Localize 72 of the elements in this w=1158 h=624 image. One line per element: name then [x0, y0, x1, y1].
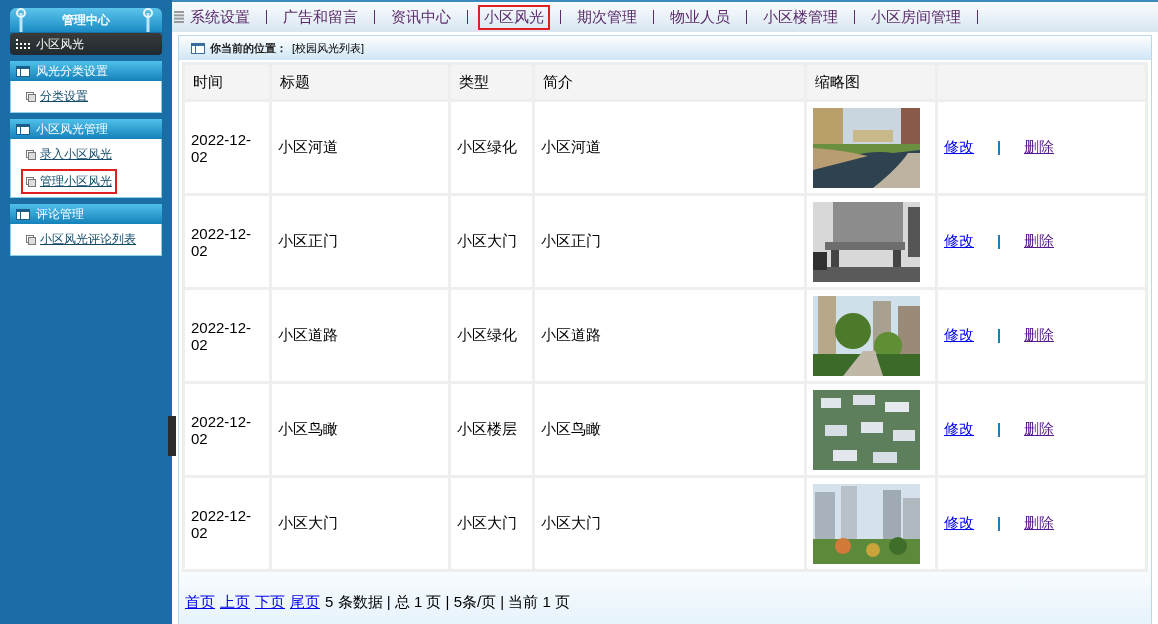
edit-link[interactable]: 修改	[944, 514, 974, 533]
pager-link[interactable]: 下页	[255, 593, 285, 612]
nav-tab[interactable]: 期次管理	[571, 4, 643, 30]
table-cell: 小区大门	[451, 196, 532, 287]
delete-link[interactable]: 删除	[1024, 326, 1054, 345]
column-header: 时间	[185, 65, 269, 99]
hook-icon	[143, 8, 153, 32]
edit-link[interactable]: 修改	[944, 138, 974, 157]
delete-link[interactable]: 删除	[1024, 138, 1054, 157]
sidebar-link[interactable]: 管理小区风光	[21, 169, 117, 194]
column-header: 简介	[535, 65, 804, 99]
copy-icon	[26, 149, 36, 160]
nav-tab[interactable]: 小区风光	[478, 4, 550, 30]
table-cell: 小区鸟瞰	[272, 384, 448, 475]
table-cell: 2022-12-02	[185, 196, 269, 287]
copy-icon	[26, 176, 36, 187]
current-section-label: 小区风光	[36, 35, 84, 53]
panel-icon	[16, 208, 30, 220]
breadcrumb-label: 你当前的位置：	[210, 40, 287, 56]
table-cell: 小区大门	[451, 478, 532, 569]
menu-group-title: 风光分类设置	[36, 62, 108, 80]
menu-group-title: 小区风光管理	[36, 120, 108, 138]
delete-link[interactable]: 删除	[1024, 232, 1054, 251]
pager-link[interactable]: 上页	[220, 593, 250, 612]
collapse-handle[interactable]	[168, 416, 176, 456]
table-cell: 小区河道	[535, 102, 804, 193]
table-cell: 小区绿化	[451, 290, 532, 381]
sidebar-link[interactable]: 分类设置	[21, 84, 93, 109]
edit-link[interactable]: 修改	[944, 326, 974, 345]
copy-icon	[26, 91, 36, 102]
edit-link[interactable]: 修改	[944, 232, 974, 251]
copy-icon	[26, 234, 36, 245]
nav-tab[interactable]: 系统设置	[184, 4, 256, 30]
table-cell: 2022-12-02	[185, 478, 269, 569]
table-cell: 小区正门	[535, 196, 804, 287]
grid-icon	[16, 39, 30, 49]
table-cell: 小区大门	[535, 478, 804, 569]
edit-link[interactable]: 修改	[944, 420, 974, 439]
table-cell: 小区绿化	[451, 102, 532, 193]
nav-tab[interactable]: 资讯中心	[385, 4, 457, 30]
panel-icon	[16, 65, 30, 77]
delete-link[interactable]: 删除	[1024, 514, 1054, 533]
table-cell: 小区楼层	[451, 384, 532, 475]
column-header: 类型	[451, 65, 532, 99]
menu-group-title: 评论管理	[36, 205, 84, 223]
table-cell: 小区正门	[272, 196, 448, 287]
breadcrumb-path: [校园风光列表]	[292, 40, 365, 56]
table-cell: 小区鸟瞰	[535, 384, 804, 475]
hook-icon	[16, 8, 26, 32]
pager-info: 5 条数据 | 总 1 页 | 5条/页 | 当前 1 页	[325, 593, 571, 612]
sidebar-link[interactable]: 小区风光评论列表	[21, 227, 141, 252]
pager-link[interactable]: 首页	[185, 593, 215, 612]
panel-icon	[16, 123, 30, 135]
table-cell: 2022-12-02	[185, 290, 269, 381]
nav-tab[interactable]: 物业人员	[664, 4, 736, 30]
panel-icon	[191, 42, 205, 54]
table-cell: 小区大门	[272, 478, 448, 569]
table-cell: 小区河道	[272, 102, 448, 193]
column-header: 标题	[272, 65, 448, 99]
table-cell: 小区道路	[535, 290, 804, 381]
sidebar-link[interactable]: 录入小区风光	[21, 142, 117, 167]
delete-link[interactable]: 删除	[1024, 420, 1054, 439]
table-cell: 2022-12-02	[185, 102, 269, 193]
column-header: 缩略图	[807, 65, 935, 99]
nav-tab[interactable]: 小区房间管理	[865, 4, 967, 30]
table-cell: 小区道路	[272, 290, 448, 381]
table-cell: 2022-12-02	[185, 384, 269, 475]
nav-tab[interactable]: 广告和留言	[277, 4, 364, 30]
nav-tab[interactable]: 小区楼管理	[757, 4, 844, 30]
sidebar-title: 管理中心	[10, 8, 162, 32]
pager-link[interactable]: 尾页	[290, 593, 320, 612]
menu-icon	[174, 11, 184, 23]
